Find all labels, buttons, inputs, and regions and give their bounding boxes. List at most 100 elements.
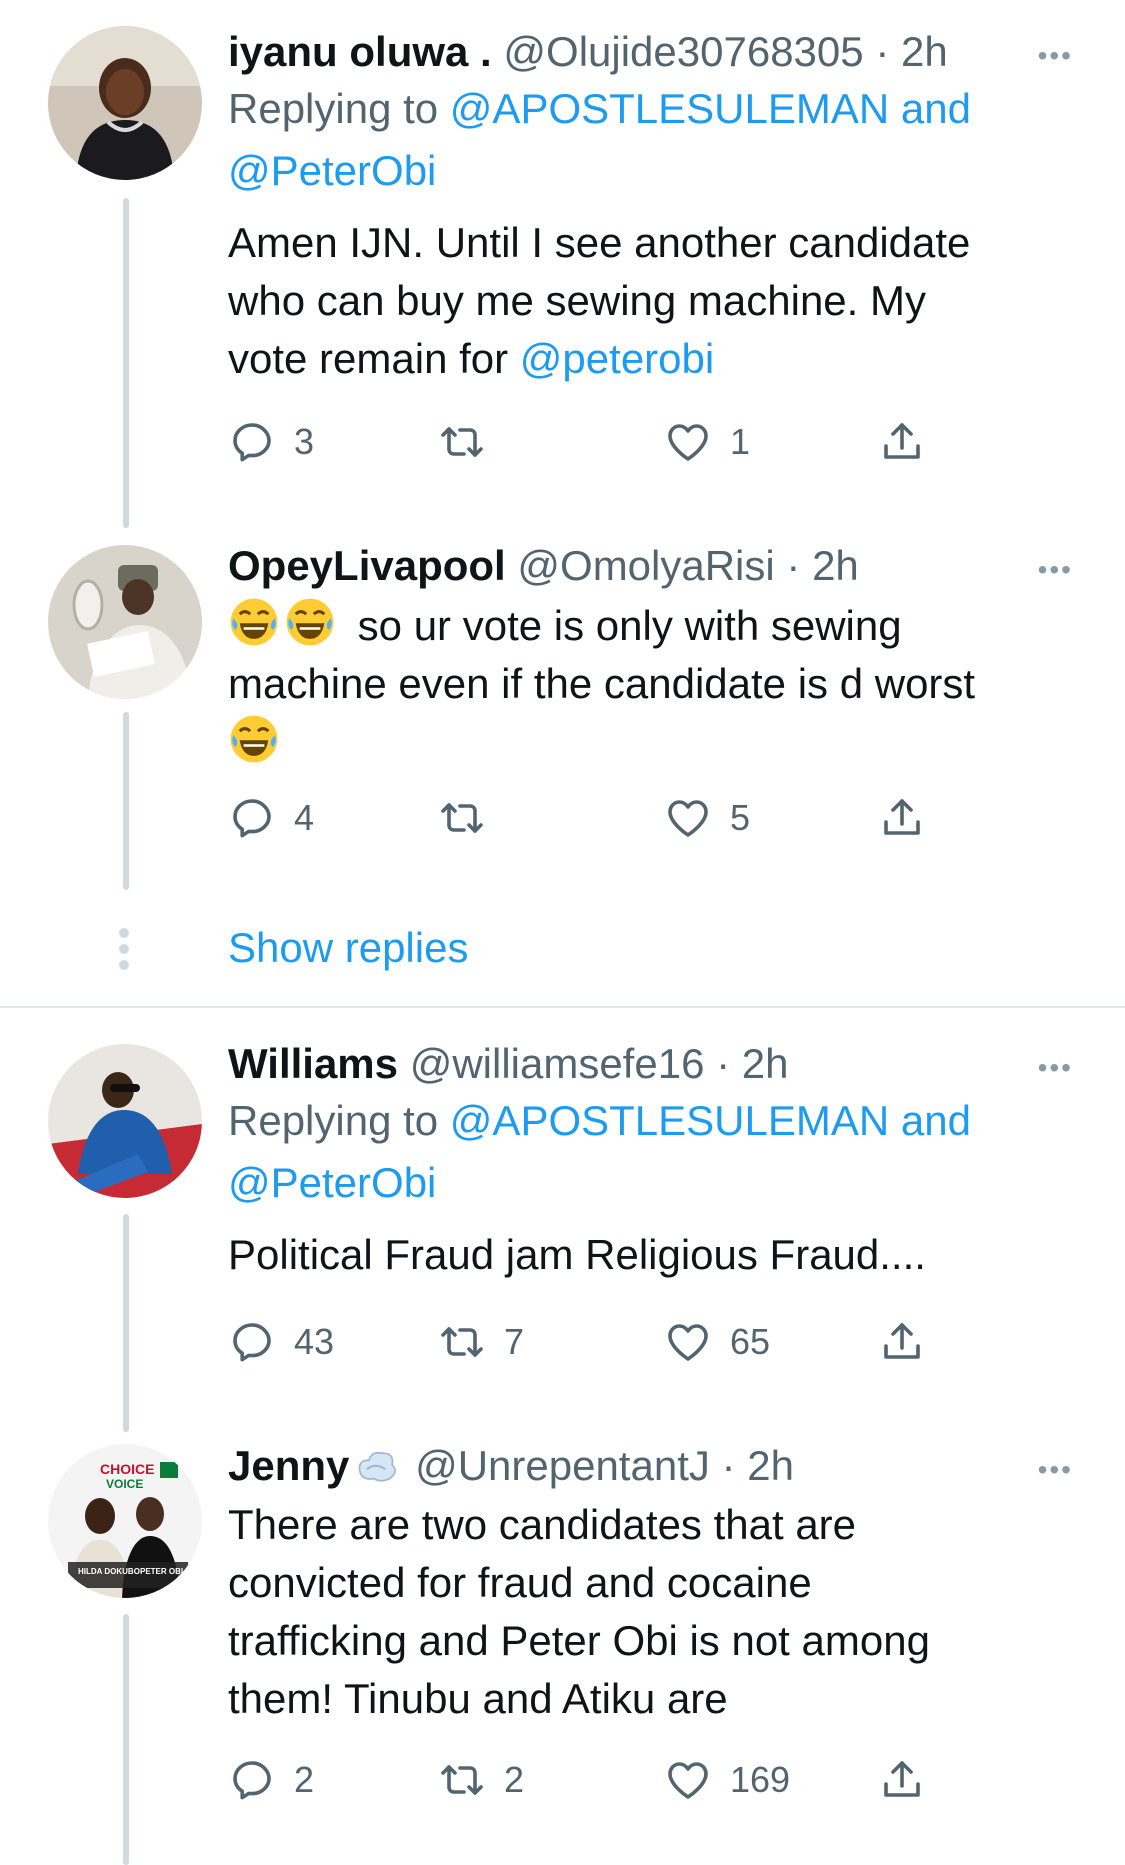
reply-count: 3 <box>294 421 315 462</box>
reply-mention-link[interactable]: @APOSTLESULEMAN and <box>450 85 971 132</box>
reply-button[interactable]: 2 <box>228 1750 314 1810</box>
share-icon <box>884 1761 920 1797</box>
reply-count: 4 <box>294 797 315 838</box>
thread-line <box>123 1614 129 1865</box>
share-button[interactable] <box>878 788 926 848</box>
reply-icon <box>233 1323 271 1362</box>
like-button[interactable]: 1 <box>664 412 750 472</box>
reply-icon <box>233 799 271 838</box>
replying-to-label: Replying to <box>228 85 439 132</box>
separator-dot: · <box>875 28 890 75</box>
heart-icon <box>668 1762 708 1799</box>
tweet-header: Williams @williamsefe16 · 2h <box>228 1038 1085 1090</box>
avatar[interactable] <box>48 545 202 699</box>
tweet-header: iyanu oluwa . @Olujide30768305 · 2h <box>228 26 1085 78</box>
share-icon <box>884 799 920 835</box>
divider <box>0 1006 1125 1008</box>
display-name[interactable]: iyanu oluwa . <box>228 28 492 75</box>
heart-icon <box>668 424 708 461</box>
avatar[interactable] <box>48 26 202 180</box>
display-name[interactable]: Williams <box>228 1040 398 1087</box>
reply-button[interactable]: 43 <box>228 1312 334 1372</box>
tweet-text: Amen IJN. Until I see another candidate … <box>228 219 971 382</box>
reply-mention-link[interactable]: @PeterObi <box>228 147 436 194</box>
thread-line <box>123 1214 129 1432</box>
replying-to: Replying to @APOSTLESULEMAN and @PeterOb… <box>228 1090 1085 1214</box>
retweet-icon <box>441 803 483 833</box>
retweet-count: 7 <box>504 1321 525 1362</box>
share-icon <box>884 1323 920 1359</box>
timestamp[interactable]: 2h <box>812 542 859 589</box>
display-name[interactable]: OpeyLivapool <box>228 542 506 589</box>
like-count: 65 <box>730 1321 771 1362</box>
tweet-text: There are two candidates that are convic… <box>228 1501 930 1722</box>
laughing-tears-emoji-icon <box>286 598 334 646</box>
reply-count: 43 <box>294 1321 335 1362</box>
avatar-text-voice: VOICE <box>106 1477 143 1491</box>
reply-mention-link[interactable]: @PeterObi <box>228 1159 436 1206</box>
mention-link[interactable]: @peterobi <box>520 335 714 382</box>
display-name[interactable]: Jenny <box>228 1442 349 1489</box>
like-button[interactable]: 169 <box>664 1750 790 1810</box>
tweet-actions: 4 5 <box>228 788 988 848</box>
reply-mention-link[interactable]: @APOSTLESULEMAN and <box>450 1097 971 1144</box>
retweet-button[interactable] <box>438 788 504 848</box>
avatar[interactable]: CHOICE VOICE HILDA DOKUBO PETER OBI <box>48 1444 202 1598</box>
like-count: 1 <box>730 421 751 462</box>
separator-dot: · <box>721 1442 736 1489</box>
reply-count: 2 <box>294 1759 315 1800</box>
timestamp[interactable]: 2h <box>901 28 948 75</box>
tweet-actions: 43 7 65 <box>228 1312 988 1372</box>
like-count: 169 <box>730 1759 791 1800</box>
thread-continuation-dots <box>119 928 131 976</box>
more-options-icon[interactable]: ••• <box>1038 556 1073 584</box>
tweet-actions: 3 1 <box>228 412 988 472</box>
replying-to-label: Replying to <box>228 1097 439 1144</box>
more-options-icon[interactable]: ••• <box>1038 42 1073 70</box>
like-button[interactable]: 5 <box>664 788 750 848</box>
heart-icon <box>668 800 708 837</box>
like-button[interactable]: 65 <box>664 1312 770 1372</box>
show-replies-link[interactable]: Show replies <box>228 922 468 974</box>
tweet-text: so ur vote is only with sewing machine e… <box>228 596 1085 772</box>
laughing-tears-emoji-icon <box>230 598 278 646</box>
share-icon <box>884 423 920 459</box>
like-count: 5 <box>730 797 751 838</box>
retweet-icon <box>441 1327 483 1357</box>
retweet-button[interactable] <box>438 412 504 472</box>
reply-icon <box>233 423 271 462</box>
avatar[interactable] <box>48 1044 202 1198</box>
tweet-header: OpeyLivapool @OmolyaRisi · 2h <box>228 540 1085 592</box>
retweet-icon <box>441 1765 483 1795</box>
share-button[interactable] <box>878 1750 926 1810</box>
avatar-text-choice: CHOICE <box>100 1461 154 1477</box>
retweet-button[interactable]: 2 <box>438 1750 524 1810</box>
retweet-button[interactable]: 7 <box>438 1312 524 1372</box>
retweet-count: 2 <box>504 1759 525 1800</box>
timestamp[interactable]: 2h <box>747 1442 794 1489</box>
reply-button[interactable]: 3 <box>228 412 314 472</box>
separator-dot: · <box>786 542 801 589</box>
user-handle[interactable]: @Olujide30768305 <box>503 28 863 75</box>
laughing-tears-emoji-icon <box>230 715 278 763</box>
separator-dot: · <box>716 1040 731 1087</box>
more-options-icon[interactable]: ••• <box>1038 1054 1073 1082</box>
user-handle[interactable]: @williamsefe16 <box>410 1040 705 1087</box>
thread-line <box>123 712 129 890</box>
tweet-text: Political Fraud jam Religious Fraud.... <box>228 1231 926 1278</box>
avatar-text-left-name: HILDA DOKUBO <box>78 1567 140 1576</box>
tweet-header: Jenny @UnrepentantJ · 2h <box>228 1440 1085 1492</box>
share-button[interactable] <box>878 1312 926 1372</box>
tweet-actions: 2 2 169 <box>228 1750 988 1810</box>
more-options-icon[interactable]: ••• <box>1038 1456 1073 1484</box>
retweet-icon <box>441 427 483 457</box>
timestamp[interactable]: 2h <box>742 1040 789 1087</box>
user-handle[interactable]: @OmolyaRisi <box>517 542 774 589</box>
dash-symbol-icon <box>359 1451 397 1482</box>
share-button[interactable] <box>878 412 926 472</box>
replying-to: Replying to @APOSTLESULEMAN and @PeterOb… <box>228 78 1085 202</box>
reply-button[interactable]: 4 <box>228 788 314 848</box>
reply-icon <box>233 1761 271 1800</box>
thread-line <box>123 198 129 528</box>
user-handle[interactable]: @UnrepentantJ <box>415 1442 710 1489</box>
